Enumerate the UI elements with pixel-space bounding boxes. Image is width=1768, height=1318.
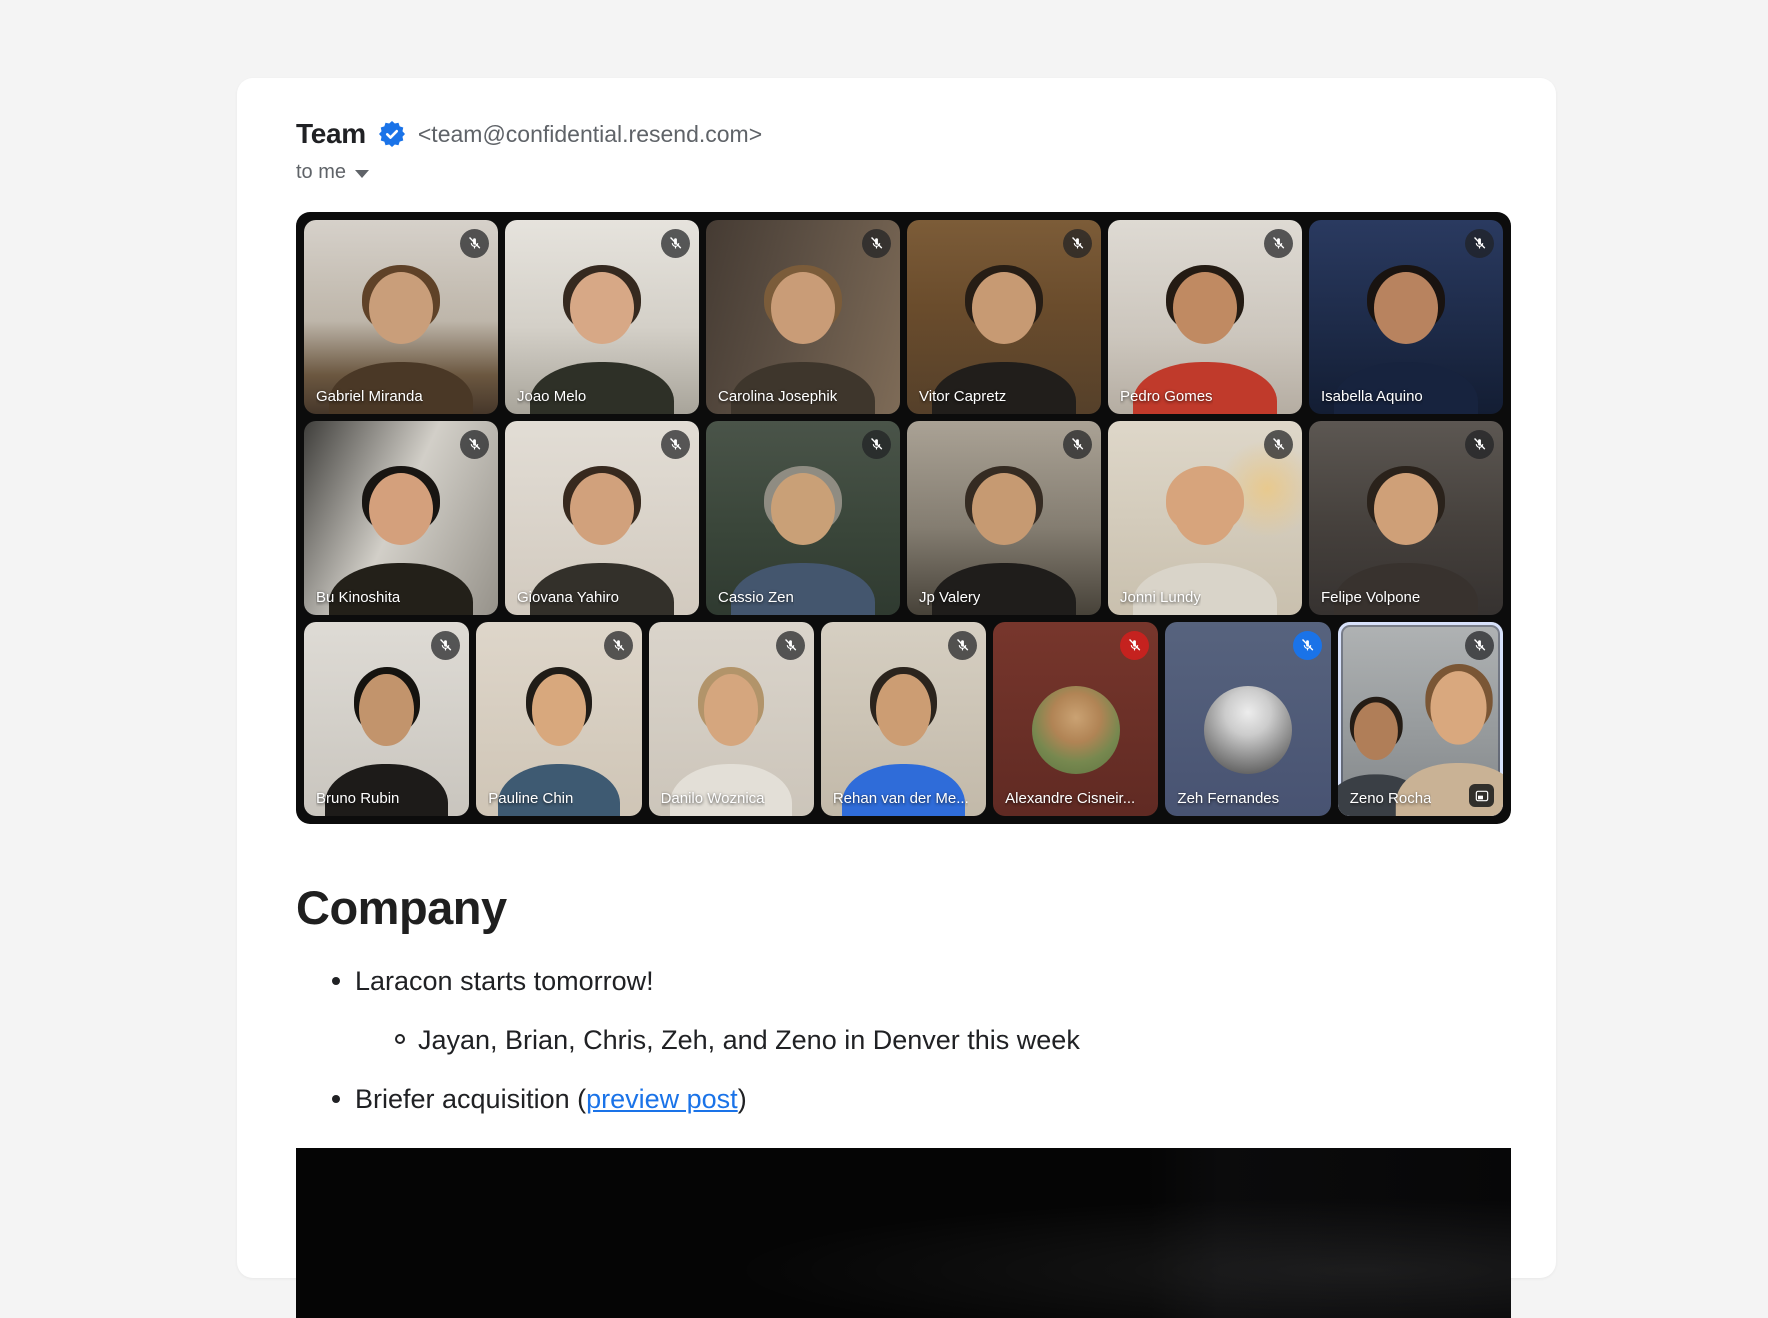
list-item: Laracon starts tomorrow! [296,965,1511,999]
participant-tile: Giovana Yahiro [505,421,699,615]
list-subitem-text: Jayan, Brian, Chris, Zeh, and Zeno in De… [418,1024,1080,1058]
participant-name: Giovana Yahiro [517,589,619,606]
participant-tile: Jonni Lundy [1108,421,1302,615]
participant-tile: Rehan van der Me... [821,622,986,816]
avatar [1204,686,1292,774]
participant-tile: Vitor Capretz [907,220,1101,414]
list-item: Briefer acquisition (preview post) [296,1083,1511,1117]
mic-off-icon [862,229,891,258]
mic-off-icon [604,631,633,660]
participant-tile: Zeno Rocha [1338,622,1503,816]
participant-tile: Gabriel Miranda [304,220,498,414]
participant-tile: Danilo Woznica [649,622,814,816]
participant-name: Joao Melo [517,388,586,405]
participant-tile: Isabella Aquino [1309,220,1503,414]
chevron-down-icon [355,170,369,178]
embedded-image-briefer[interactable] [296,1148,1511,1318]
participant-tile: Joao Melo [505,220,699,414]
mic-off-icon [1264,430,1293,459]
email-card: Team <team@confidential.resend.com> to m… [237,78,1556,1278]
preview-post-link[interactable]: preview post [586,1084,738,1114]
meet-grid-row: Bruno Rubin Pauline Chin Danilo Woznica Reh… [304,622,1503,816]
participant-tile: Cassio Zen [706,421,900,615]
mic-off-icon [948,631,977,660]
mic-off-icon [862,430,891,459]
participant-name: Pauline Chin [488,790,573,807]
participant-name: Bruno Rubin [316,790,399,807]
section-title: Company [296,880,1511,935]
avatar [1032,686,1120,774]
participant-name: Cassio Zen [718,589,794,606]
participant-name: Isabella Aquino [1321,388,1423,405]
company-list: Laracon starts tomorrow! Jayan, Brian, C… [296,965,1511,1116]
mic-off-icon [1465,229,1494,258]
sub-bullet-icon [395,1034,405,1044]
mic-off-icon [1063,229,1092,258]
meet-grid-row: Gabriel Miranda Joao Melo Carolina Josephi… [304,220,1503,414]
mic-off-icon [1264,229,1293,258]
email-header: Team <team@confidential.resend.com> to m… [296,118,1511,184]
participant-tile: Zeh Fernandes [1165,622,1330,816]
sender-email: <team@confidential.resend.com> [418,121,762,148]
list-item-text: Briefer acquisition (preview post) [355,1083,747,1117]
participant-tile: Pedro Gomes [1108,220,1302,414]
participant-name: Danilo Woznica [661,790,765,807]
participant-tile: Bruno Rubin [304,622,469,816]
mic-off-icon [1063,430,1092,459]
picture-in-picture-icon [1469,784,1494,807]
recipient-label: to me [296,161,346,184]
bullet-icon [332,977,340,985]
participant-tile: Alexandre Cisneir... [993,622,1158,816]
participant-name: Carolina Josephik [718,388,837,405]
mic-off-icon [661,430,690,459]
mic-off-icon [661,229,690,258]
participant-tile: Bu Kinoshita [304,421,498,615]
participant-name: Zeh Fernandes [1177,790,1279,807]
participant-name: Jonni Lundy [1120,589,1201,606]
list-item-text: Laracon starts tomorrow! [355,965,654,999]
mic-off-icon [460,430,489,459]
meeting-screenshot-image[interactable]: Gabriel Miranda Joao Melo Carolina Josephi… [296,212,1511,824]
participant-name: Felipe Volpone [1321,589,1420,606]
participant-tile: Felipe Volpone [1309,421,1503,615]
mic-off-icon [1120,631,1149,660]
participant-name: Rehan van der Me... [833,790,969,807]
verified-badge-icon [379,121,405,147]
participant-name: Bu Kinoshita [316,589,400,606]
participant-tile: Pauline Chin [476,622,641,816]
sender-name[interactable]: Team [296,118,366,150]
participant-name: Gabriel Miranda [316,388,423,405]
mic-off-icon [1293,631,1322,660]
participant-tile: Jp Valery [907,421,1101,615]
meet-grid-row: Bu Kinoshita Giovana Yahiro Cassio Zen Jp V… [304,421,1503,615]
mic-off-icon [460,229,489,258]
mic-off-icon [1465,631,1494,660]
list-subitem: Jayan, Brian, Chris, Zeh, and Zeno in De… [296,1024,1511,1058]
participant-tile: Carolina Josephik [706,220,900,414]
participant-name: Alexandre Cisneir... [1005,790,1135,807]
participant-name: Vitor Capretz [919,388,1006,405]
participant-name: Zeno Rocha [1350,790,1432,807]
participant-name: Jp Valery [919,589,980,606]
mic-off-icon [776,631,805,660]
recipient-dropdown[interactable]: to me [296,161,369,184]
bullet-icon [332,1095,340,1103]
participant-name: Pedro Gomes [1120,388,1213,405]
mic-off-icon [1465,430,1494,459]
